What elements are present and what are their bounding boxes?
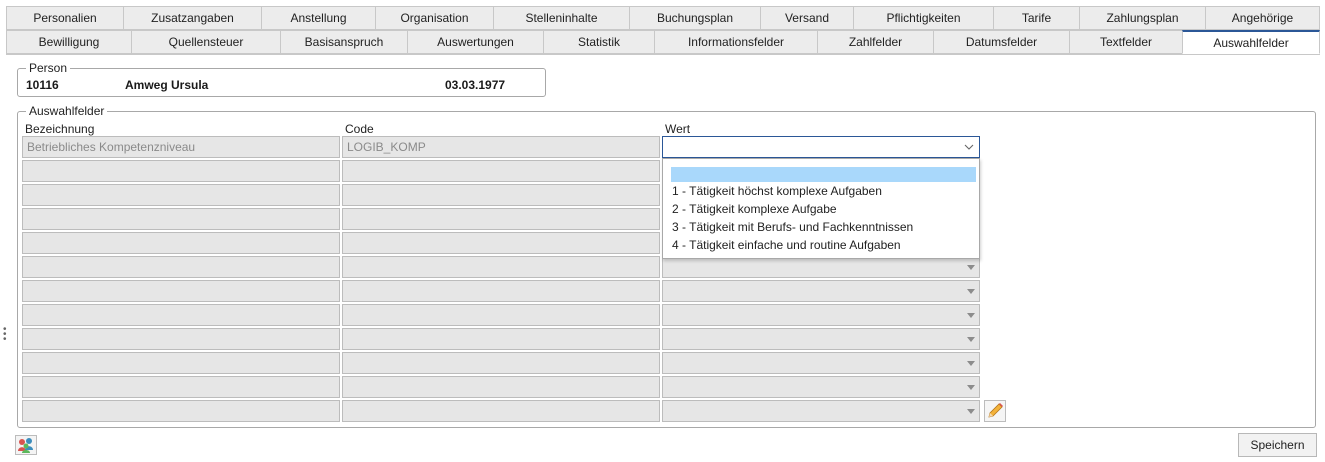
column-header-bezeichnung: Bezeichnung <box>25 122 95 136</box>
tab-tarife[interactable]: Tarife <box>993 6 1079 30</box>
code-field <box>342 376 660 398</box>
dropdown-option-empty[interactable] <box>671 167 976 182</box>
person-legend: Person <box>26 61 71 75</box>
wert-dropdown[interactable] <box>662 304 980 326</box>
tab-zahlungsplan[interactable]: Zahlungsplan <box>1079 6 1205 30</box>
dropdown-option[interactable]: 3 - Tätigkeit mit Berufs- und Fachkenntn… <box>672 220 913 234</box>
tab-informationsfelder[interactable]: Informationsfelder <box>654 30 817 54</box>
column-header-wert: Wert <box>665 122 691 136</box>
chevron-down-icon[interactable] <box>964 139 974 158</box>
tab-auswahlfelder[interactable]: Auswahlfelder <box>1182 30 1320 54</box>
wert-dropdown[interactable] <box>662 280 980 302</box>
bezeichnung-field <box>22 352 340 374</box>
code-field <box>342 256 660 278</box>
tab-datumsfelder[interactable]: Datumsfelder <box>933 30 1069 54</box>
bezeichnung-field <box>22 160 340 182</box>
code-field <box>342 328 660 350</box>
person-name: Amweg Ursula <box>125 78 209 92</box>
tab-zusatzangaben[interactable]: Zusatzangaben <box>123 6 261 30</box>
bezeichnung-field <box>22 184 340 206</box>
wert-dropdown[interactable] <box>662 352 980 374</box>
tab-divider <box>6 54 1320 55</box>
save-button[interactable]: Speichern <box>1238 433 1317 457</box>
wert-dropdown[interactable] <box>662 328 980 350</box>
bezeichnung-field <box>22 256 340 278</box>
tab-organisation[interactable]: Organisation <box>375 6 493 30</box>
pencil-icon <box>988 403 1003 418</box>
tab-quellensteuer[interactable]: Quellensteuer <box>131 30 280 54</box>
tab-row-2: Bewilligung Quellensteuer Basisanspruch … <box>6 30 1320 54</box>
bezeichnung-field <box>22 280 340 302</box>
dropdown-arrow-icon[interactable] <box>967 289 975 294</box>
bezeichnung-field <box>22 328 340 350</box>
tab-row-1: Personalien Zusatzangaben Anstellung Org… <box>6 6 1320 30</box>
tab-bewilligung[interactable]: Bewilligung <box>6 30 131 54</box>
tab-auswertungen[interactable]: Auswertungen <box>407 30 543 54</box>
bezeichnung-field <box>22 208 340 230</box>
code-field <box>342 400 660 422</box>
tab-pflichtigkeiten[interactable]: Pflichtigkeiten <box>853 6 993 30</box>
wert-dropdown-list: 1 - Tätigkeit höchst komplexe Aufgaben 2… <box>662 158 980 259</box>
wert-combobox[interactable] <box>662 136 980 158</box>
code-field <box>342 232 660 254</box>
bezeichnung-field <box>22 376 340 398</box>
wert-dropdown[interactable] <box>662 376 980 398</box>
tab-basisanspruch[interactable]: Basisanspruch <box>280 30 407 54</box>
tab-anstellung[interactable]: Anstellung <box>261 6 375 30</box>
dropdown-arrow-icon[interactable] <box>967 265 975 270</box>
tab-buchungsplan[interactable]: Buchungsplan <box>629 6 760 30</box>
tab-zahlfelder[interactable]: Zahlfelder <box>817 30 933 54</box>
bezeichnung-field <box>22 232 340 254</box>
tab-textfelder[interactable]: Textfelder <box>1069 30 1182 54</box>
vertical-dots-icon[interactable]: • • • <box>3 325 7 345</box>
code-field <box>342 184 660 206</box>
dropdown-option[interactable]: 4 - Tätigkeit einfache und routine Aufga… <box>672 238 901 252</box>
code-field <box>342 280 660 302</box>
bezeichnung-field <box>22 400 340 422</box>
code-field <box>342 304 660 326</box>
code-field <box>342 160 660 182</box>
dropdown-arrow-icon[interactable] <box>967 337 975 342</box>
wert-dropdown[interactable] <box>662 256 980 278</box>
column-header-code: Code <box>345 122 374 136</box>
dropdown-option[interactable]: 2 - Tätigkeit komplexe Aufgabe <box>672 202 837 216</box>
wert-dropdown[interactable] <box>662 400 980 422</box>
dropdown-arrow-icon[interactable] <box>967 409 975 414</box>
people-icon <box>18 438 33 453</box>
tab-stelleninhalte[interactable]: Stelleninhalte <box>493 6 629 30</box>
dropdown-arrow-icon[interactable] <box>967 385 975 390</box>
person-group: Person 10116 Amweg Ursula 03.03.1977 <box>17 61 546 97</box>
tab-angehoerige[interactable]: Angehörige <box>1205 6 1320 30</box>
dropdown-option[interactable]: 1 - Tätigkeit höchst komplexe Aufgaben <box>672 184 882 198</box>
tab-personalien[interactable]: Personalien <box>6 6 123 30</box>
dropdown-arrow-icon[interactable] <box>967 361 975 366</box>
bezeichnung-field <box>22 304 340 326</box>
person-number: 10116 <box>26 78 59 92</box>
code-field <box>342 352 660 374</box>
bezeichnung-field: Betriebliches Kompetenzniveau <box>22 136 340 158</box>
tab-versand[interactable]: Versand <box>760 6 853 30</box>
dropdown-arrow-icon[interactable] <box>967 313 975 318</box>
code-field <box>342 208 660 230</box>
code-field: LOGIB_KOMP <box>342 136 660 158</box>
group-button[interactable] <box>15 435 37 455</box>
auswahlfelder-legend: Auswahlfelder <box>26 104 108 118</box>
tab-statistik[interactable]: Statistik <box>543 30 654 54</box>
person-birthdate: 03.03.1977 <box>445 78 506 92</box>
edit-button[interactable] <box>984 400 1006 422</box>
